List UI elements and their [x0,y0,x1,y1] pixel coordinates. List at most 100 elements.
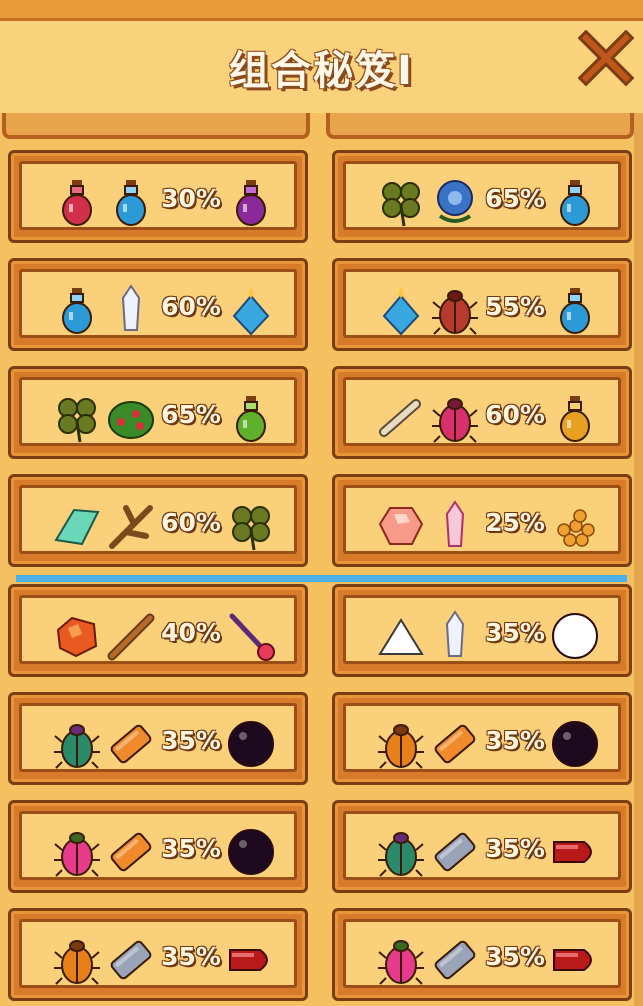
recipe-card-panel: 65% [19,377,297,446]
recipe-card[interactable]: 25% [332,474,632,567]
green-beetle-icon [52,718,102,770]
recipe-card[interactable]: 40% [8,584,308,677]
recipe-card-panel: 60% [343,377,621,446]
scrollbar[interactable] [634,113,643,1006]
crystal-shard-icon [430,610,480,662]
success-chance: 40% [161,618,221,647]
success-chance: 35% [161,834,221,863]
gray-bar-icon [430,826,480,878]
sparkle-potion-icon [376,284,426,336]
salt-pile-icon [376,610,426,662]
recipe-card-panel: 40% [19,595,297,664]
recipe-card-panel: 60% [19,269,297,338]
recipe-card[interactable]: 65% [332,150,632,243]
magenta-beetle-icon [430,392,480,444]
stick-icon [106,610,156,662]
recipe-card[interactable]: 60% [8,474,308,567]
orange-potion-icon [550,392,600,444]
orange-beetle-icon [52,934,102,986]
recipe-card[interactable]: 35% [8,692,308,785]
recipe-card-panel: 25% [343,485,621,554]
recipe-card-panel: 65% [343,161,621,230]
red-potion-icon [52,176,102,228]
recipe-card[interactable]: 60% [332,366,632,459]
blue-potion-icon [550,176,600,228]
red-bullet-icon [550,934,600,986]
success-chance: 55% [485,292,545,321]
success-chance: 35% [485,942,545,971]
recipe-card-panel: 60% [19,485,297,554]
recipe-card-panel: 35% [19,703,297,772]
pink-beetle-icon [376,934,426,986]
pink-gem-icon [376,500,426,552]
success-chance: 35% [485,726,545,755]
orange-beetle-icon [376,718,426,770]
berry-bush-icon [106,392,156,444]
close-icon [577,29,635,87]
red-bullet-icon [550,826,600,878]
close-button[interactable] [577,29,635,87]
recipe-card[interactable]: 30% [8,150,308,243]
magic-wand-icon [226,610,276,662]
blue-potion-icon [550,284,600,336]
recipe-card-panel: 35% [343,919,621,988]
recipe-card-panel: 35% [343,811,621,880]
red-bullet-icon [226,934,276,986]
page-title: 组合秘笈I [229,48,414,94]
gray-bar-icon [106,934,156,986]
top-bar [0,0,643,21]
recipe-card[interactable]: 35% [332,908,632,1001]
blue-potion-icon [52,284,102,336]
orange-eggs-icon [550,500,600,552]
recipe-card-panel: 35% [19,811,297,880]
jade-shard-icon [52,500,102,552]
bone-icon [376,392,426,444]
ore-chunk-icon [52,610,102,662]
recipe-card[interactable]: 35% [332,692,632,785]
success-chance: 35% [161,942,221,971]
gray-bar-icon [430,934,480,986]
recipe-card[interactable]: 35% [332,584,632,677]
recipe-card-panel: 55% [343,269,621,338]
green-beetle-icon [376,826,426,878]
recipe-card[interactable]: 65% [8,366,308,459]
success-chance: 25% [485,508,545,537]
pink-crystal-icon [430,500,480,552]
clover-icon [226,500,276,552]
success-chance: 60% [161,292,221,321]
orange-bar-icon [106,826,156,878]
recipe-card-panel: 30% [19,161,297,230]
partial-card [326,113,634,139]
section-divider [16,575,627,582]
success-chance: 65% [161,400,221,429]
success-chance: 30% [161,184,221,213]
success-chance: 35% [485,618,545,647]
recipe-card[interactable]: 35% [8,908,308,1001]
blue-flower-icon [430,176,480,228]
sparkle-potion-icon [226,284,276,336]
orange-bar-icon [430,718,480,770]
pink-beetle-icon [52,826,102,878]
dark-orb-icon [550,718,600,770]
orange-bar-icon [106,718,156,770]
blue-potion-icon [106,176,156,228]
success-chance: 35% [485,834,545,863]
dark-orb-icon [226,718,276,770]
recipe-card[interactable]: 35% [332,800,632,893]
success-chance: 35% [161,726,221,755]
success-chance: 60% [161,508,221,537]
recipe-card[interactable]: 60% [8,258,308,351]
success-chance: 60% [485,400,545,429]
recipe-card[interactable]: 35% [8,800,308,893]
recipe-card-panel: 35% [343,595,621,664]
purple-potion-icon [226,176,276,228]
white-orb-icon [550,610,600,662]
recipe-card[interactable]: 55% [332,258,632,351]
red-beetle-icon [430,284,480,336]
clover-icon [52,392,102,444]
crystal-shard-icon [106,284,156,336]
partial-card [2,113,310,139]
twig-icon [106,500,156,552]
recipe-card-panel: 35% [343,703,621,772]
success-chance: 65% [485,184,545,213]
